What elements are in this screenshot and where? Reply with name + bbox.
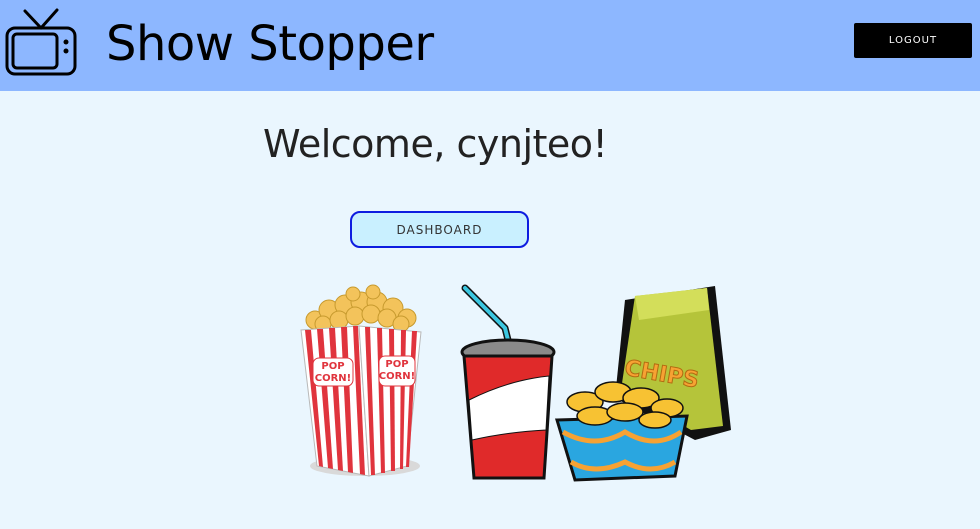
popcorn-text-bottom: CORN! <box>315 373 351 384</box>
logout-button[interactable]: LOGOUT <box>854 23 972 58</box>
welcome-heading: Welcome, cynjteo! <box>263 122 608 166</box>
soda-cup-icon <box>460 284 556 480</box>
tv-icon <box>5 8 77 76</box>
app-title: Show Stopper <box>106 16 434 72</box>
popcorn-text-top: POP <box>321 361 344 372</box>
top-bar: Show Stopper LOGOUT <box>0 0 980 91</box>
popcorn-text-bottom-right: CORN! <box>379 371 415 382</box>
dashboard-button[interactable]: DASHBOARD <box>350 211 529 248</box>
popcorn-text-top-right: POP <box>385 359 408 370</box>
popcorn-icon: POP CORN! POP CORN! <box>300 284 422 477</box>
snacks-illustration: POP CORN! POP CORN! CHIPS <box>300 284 731 482</box>
